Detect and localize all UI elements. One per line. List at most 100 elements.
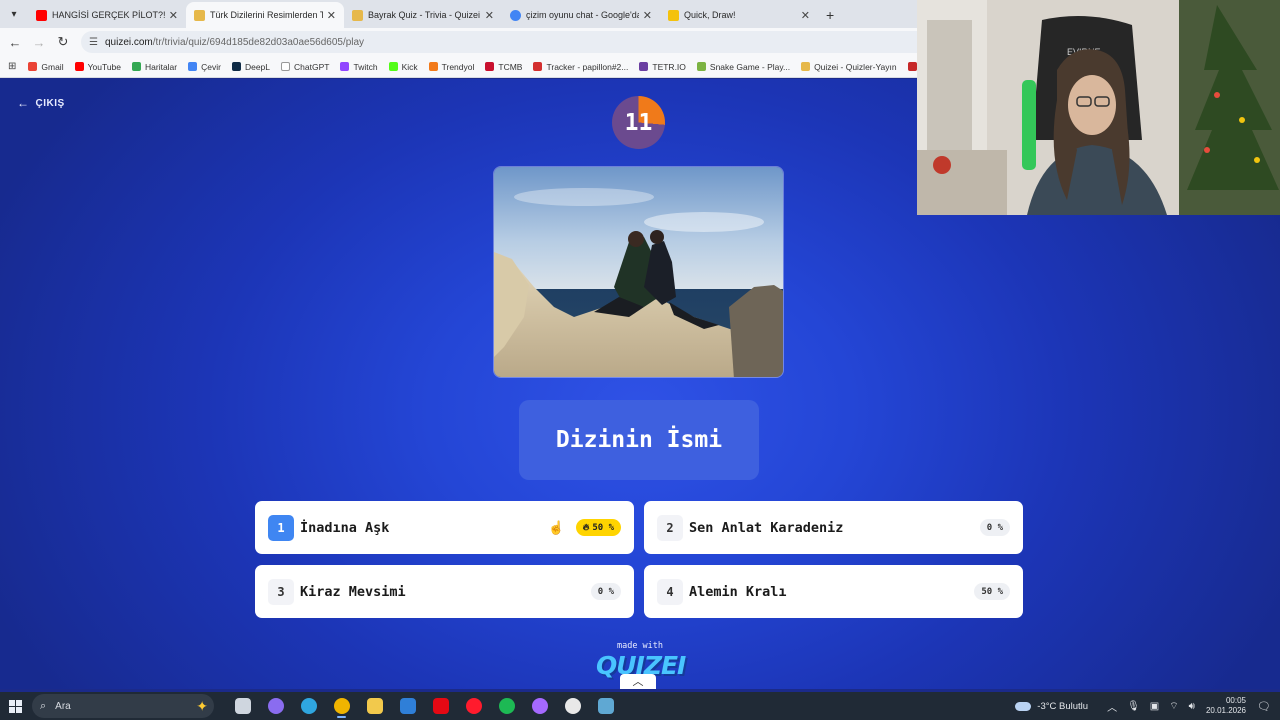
bookmark-item[interactable]: ChatGPT	[281, 62, 329, 72]
bookmark-item[interactable]: Trendyol	[428, 61, 475, 72]
site-info-icon[interactable]: ☰	[89, 37, 98, 48]
taskbar-search-field[interactable]: ⌕ Ara ✦	[32, 694, 214, 718]
close-tab-icon[interactable]: ✕	[801, 9, 810, 22]
github-desktop-icon[interactable]	[556, 692, 589, 720]
chevron-up-icon[interactable]: ︿	[1107, 699, 1117, 714]
tab-title: Quick, Draw!	[684, 10, 736, 20]
back-button[interactable]: ←	[3, 35, 27, 50]
windows-logo-icon	[8, 699, 22, 713]
answer-option-1[interactable]: 1 İnadına Aşk 🔥︎ 50 %	[255, 501, 634, 554]
answer-option-3[interactable]: 3 Kiraz Mevsimi 0 %	[255, 565, 634, 618]
question-text: Dizinin İsmi	[555, 427, 723, 453]
bookmark-label: Kick	[401, 61, 418, 72]
bookmark-item[interactable]: TETR.IO	[639, 62, 686, 72]
bookmark-item[interactable]: Haritalar	[132, 62, 177, 72]
bookmark-item[interactable]: Twitch	[340, 62, 378, 72]
network-icon[interactable]: ⌔	[1169, 700, 1178, 713]
browser-tab-2-active[interactable]: Türk Dizilerini Resimlerden Tah... ✕	[186, 2, 344, 28]
webcam-overlay: EVIRNE	[917, 0, 1280, 215]
couple-on-rocks-photo	[494, 167, 783, 377]
answer-option-4[interactable]: 4 Alemin Kralı 50 %	[644, 565, 1023, 618]
bookmark-favicon-icon	[639, 62, 649, 71]
spotify-icon[interactable]	[490, 692, 523, 720]
bookmark-item[interactable]: DeepL	[231, 61, 271, 72]
timer-value: 11	[624, 109, 653, 136]
chrome-icon[interactable]	[325, 692, 358, 720]
made-with-label: made with	[616, 641, 664, 651]
bookmark-item[interactable]: YouTube	[74, 61, 121, 72]
countdown-timer: 11	[612, 96, 665, 149]
exit-label: ÇIKIŞ	[35, 97, 65, 109]
file-explorer-icon[interactable]	[358, 692, 391, 720]
bookmark-item[interactable]: Snake Game - Play...	[696, 61, 791, 72]
bookmark-label: YouTube	[87, 61, 121, 72]
answer-option-2[interactable]: 2 Sen Anlat Karadeniz 0 %	[644, 501, 1023, 554]
quizei-favicon-icon	[352, 9, 363, 21]
answer-percent-badge: 50 %	[974, 583, 1010, 600]
youtube-favicon-icon	[36, 9, 47, 21]
browser-tab-3[interactable]: Bayrak Quiz - Trivia - Quizei ✕	[344, 2, 502, 28]
bookmark-label: Trendyol	[441, 61, 475, 72]
bookmark-label: DeepL	[244, 61, 271, 72]
notification-icon[interactable]: 🗨︎	[1254, 700, 1274, 713]
answer-number: 2	[657, 514, 683, 541]
answer-label: Alemin Kralı	[689, 583, 787, 600]
answer-label: Kiraz Mevsimi	[300, 583, 406, 600]
answer-label: Sen Anlat Karadeniz	[689, 519, 844, 536]
microphone-icon[interactable]: 🎙︎	[1127, 701, 1140, 712]
answer-number: 3	[268, 578, 294, 605]
steam-icon[interactable]	[589, 692, 622, 720]
bookmark-item[interactable]: Tracker - papillon#2...	[533, 62, 628, 72]
tab-title: Bayrak Quiz - Trivia - Quizei	[368, 10, 481, 20]
forward-button[interactable]: →	[27, 35, 51, 50]
hand-cursor-icon: ☝	[548, 520, 565, 535]
scroll-up-chevron-icon[interactable]: ︿	[620, 674, 656, 689]
close-tab-icon[interactable]: ✕	[327, 9, 336, 22]
opera-icon[interactable]	[457, 692, 490, 720]
close-tab-icon[interactable]: ✕	[169, 9, 178, 22]
clock[interactable]: 00:05 20.01.2026	[1206, 696, 1246, 716]
bookmark-item[interactable]: Gmail	[28, 61, 64, 72]
bookmark-label: Gmail	[41, 61, 64, 72]
bookmark-favicon-icon	[428, 62, 438, 71]
answer-percent-badge: 0 %	[590, 583, 621, 600]
bookmark-label: Snake Game - Play...	[709, 61, 791, 72]
answer-label: İnadına Aşk	[300, 519, 390, 536]
url-field[interactable]: ☰ quizei.com/tr/trivia/quiz/694d185de82d…	[81, 31, 961, 53]
copilot-icon[interactable]	[259, 692, 292, 720]
bookmark-item[interactable]: Çevir	[188, 62, 221, 72]
task-view-icon[interactable]	[226, 692, 259, 720]
url-host: quizei.com	[104, 36, 153, 48]
bookmark-item[interactable]: Kick	[388, 61, 418, 72]
exit-button[interactable]: ← ÇIKIŞ	[17, 96, 65, 110]
new-tab-button[interactable]: +	[818, 7, 842, 28]
browser-tab-1[interactable]: HANGİSİ GERÇEK PİLOT?! ft. @... ✕	[28, 2, 186, 28]
bookmark-favicon-icon	[188, 62, 198, 71]
bookmark-favicon-icon	[696, 62, 706, 71]
weather-widget[interactable]: -3°C Bulutlu	[1015, 701, 1088, 712]
mail-icon[interactable]	[391, 692, 424, 720]
reload-button[interactable]: ↻	[51, 34, 75, 50]
start-windows-icon[interactable]	[0, 692, 30, 720]
clock-date: 20.01.2026	[1205, 706, 1246, 715]
obs-glyph	[531, 698, 548, 714]
netflix-icon[interactable]	[424, 692, 457, 720]
obs-icon[interactable]	[523, 692, 556, 720]
volume-icon[interactable]: 🔊︎	[1189, 701, 1195, 712]
display-icon[interactable]: ▣	[1150, 701, 1159, 712]
browser-tab-4[interactable]: çizim oyunu chat - Google'da A... ✕	[502, 2, 660, 28]
close-tab-icon[interactable]: ✕	[485, 9, 494, 22]
clock-time: 00:05	[1225, 696, 1246, 705]
edge-glyph	[300, 698, 317, 714]
bookmark-item[interactable]: TCMB	[485, 62, 522, 72]
bookmark-label: TCMB	[498, 61, 523, 72]
close-tab-icon[interactable]: ✕	[643, 9, 652, 22]
windows-taskbar: ⌕ Ara ✦ -3°C Bulutlu ︿ 🎙︎ ▣ ⌔ 🔊︎ 00:05 2…	[0, 692, 1280, 720]
apps-grid-icon[interactable]: ⊞	[8, 61, 16, 72]
browser-tab-5[interactable]: Quick, Draw! ✕	[660, 2, 818, 28]
edge-icon[interactable]	[292, 692, 325, 720]
bookmark-item[interactable]: Quizei - Quizler-Yayın	[801, 62, 897, 72]
bookmark-favicon-icon	[231, 62, 241, 71]
tab-search-button[interactable]: ▾	[4, 4, 24, 24]
bookmark-favicon-icon	[907, 62, 917, 71]
